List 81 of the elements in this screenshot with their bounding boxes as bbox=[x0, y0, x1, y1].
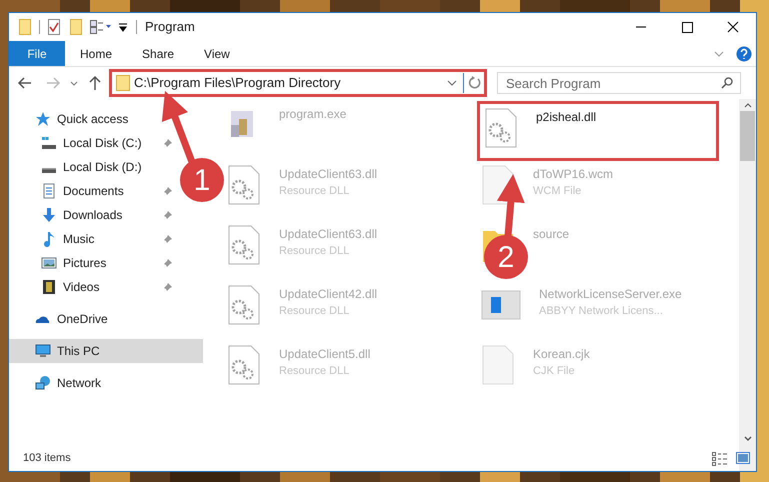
sidebar-label: Network bbox=[57, 375, 102, 392]
file-name: UpdateClient63.dll bbox=[279, 226, 378, 243]
folder-icon bbox=[116, 75, 130, 91]
ribbon-tab[interactable]: Share bbox=[127, 41, 190, 66]
file-type: Resource DLL bbox=[279, 364, 350, 379]
sidebar-label: Local Disk (C:) bbox=[63, 135, 143, 152]
item-count: 103 items bbox=[22, 450, 72, 466]
pc-icon bbox=[35, 343, 51, 359]
sidebar-item[interactable]: Videos bbox=[9, 275, 177, 299]
file-type: WCM File bbox=[533, 184, 582, 199]
scroll-thumb[interactable] bbox=[740, 111, 755, 161]
pin-icon bbox=[163, 210, 173, 220]
sidebar-label: This PC bbox=[57, 343, 100, 360]
pin-icon bbox=[163, 258, 173, 268]
sidebar-item[interactable]: Documents bbox=[9, 179, 177, 203]
details-view-icon[interactable] bbox=[712, 452, 728, 466]
file-type: Resource DLL bbox=[279, 304, 350, 319]
sidebar-item[interactable]: Quick access bbox=[9, 107, 203, 131]
address-bar[interactable]: C:\Program Files\Program Directory bbox=[109, 69, 487, 97]
sidebar-label: Quick access bbox=[57, 111, 128, 128]
gear-file-icon bbox=[227, 165, 261, 205]
pin-icon bbox=[163, 282, 173, 292]
blank-file-icon bbox=[481, 345, 515, 385]
arrow bbox=[496, 174, 525, 236]
sidebar-label: Videos bbox=[63, 279, 100, 296]
file-name: UpdateClient5.dll bbox=[279, 346, 370, 363]
file-menu-button[interactable]: File bbox=[9, 41, 65, 66]
gear-file-icon bbox=[227, 225, 261, 265]
videos-icon bbox=[41, 279, 57, 295]
file-type: Resource DLL bbox=[279, 244, 350, 259]
sidebar-item[interactable]: Local Disk (D:) bbox=[9, 155, 177, 179]
sidebar-item[interactable]: OneDrive bbox=[9, 307, 203, 331]
file-name: p2isheal.dll bbox=[536, 109, 596, 126]
file-name: dToWP16.wcm bbox=[533, 166, 614, 183]
address-path: C:\Program Files\Program Directory bbox=[134, 74, 341, 92]
file-name: UpdateClient42.dll bbox=[279, 286, 378, 303]
file-item[interactable]: p2isheal.dll bbox=[477, 101, 719, 161]
ribbon-tab[interactable]: Home bbox=[65, 41, 128, 66]
pictures-icon bbox=[41, 255, 57, 271]
sidebar-label: Music bbox=[63, 231, 96, 248]
gear-file-icon bbox=[227, 345, 261, 385]
view-list-icon[interactable] bbox=[90, 20, 112, 34]
pin-icon bbox=[163, 138, 173, 148]
properties-icon[interactable] bbox=[48, 19, 60, 35]
up-arrow-icon[interactable] bbox=[87, 73, 103, 93]
large-icons-view-icon[interactable] bbox=[736, 452, 750, 464]
disk-c-icon bbox=[41, 135, 57, 151]
file-name: source bbox=[533, 226, 570, 243]
gear-file-icon bbox=[227, 285, 261, 325]
documents-icon bbox=[41, 183, 57, 199]
sidebar-label: Local Disk (D:) bbox=[63, 159, 143, 176]
file-name: Korean.cjk bbox=[533, 346, 590, 363]
dropdown-icon[interactable] bbox=[447, 78, 457, 88]
sidebar-item[interactable]: Downloads bbox=[9, 203, 177, 227]
pin-icon bbox=[163, 186, 173, 196]
sidebar-label: Downloads bbox=[63, 207, 124, 224]
downloads-icon bbox=[41, 207, 57, 223]
sidebar-item[interactable]: Music bbox=[9, 227, 177, 251]
sidebar-label: OneDrive bbox=[57, 311, 108, 328]
pin-icon bbox=[163, 234, 173, 244]
sidebar-item[interactable]: Local Disk (C:) bbox=[9, 131, 177, 155]
ribbon-tab[interactable]: View bbox=[189, 41, 245, 66]
sidebar-item[interactable]: Pictures bbox=[9, 251, 177, 275]
file-name: program.exe bbox=[279, 106, 346, 123]
search-field[interactable]: Search Program bbox=[497, 72, 741, 94]
file-type: CJK File bbox=[533, 364, 576, 379]
file-name: NetworkLicenseServer.exe bbox=[539, 286, 682, 303]
file-type: Resource DLL bbox=[279, 184, 350, 199]
sidebar-item[interactable]: Network bbox=[9, 371, 203, 395]
window-title: Program bbox=[145, 18, 195, 36]
search-icon[interactable] bbox=[721, 77, 733, 89]
sidebar-label: Documents bbox=[63, 183, 125, 200]
scrollbar[interactable] bbox=[739, 99, 756, 471]
customize-icon[interactable] bbox=[118, 22, 128, 32]
file-type: ABBYY Network Licens... bbox=[539, 304, 664, 319]
file-name: UpdateClient63.dll bbox=[279, 166, 378, 183]
sidebar-item[interactable]: This PC bbox=[9, 339, 203, 363]
gear-file-icon bbox=[484, 108, 518, 148]
network-icon bbox=[35, 375, 51, 391]
sidebar-label: Pictures bbox=[63, 255, 108, 272]
star-icon bbox=[35, 111, 51, 127]
